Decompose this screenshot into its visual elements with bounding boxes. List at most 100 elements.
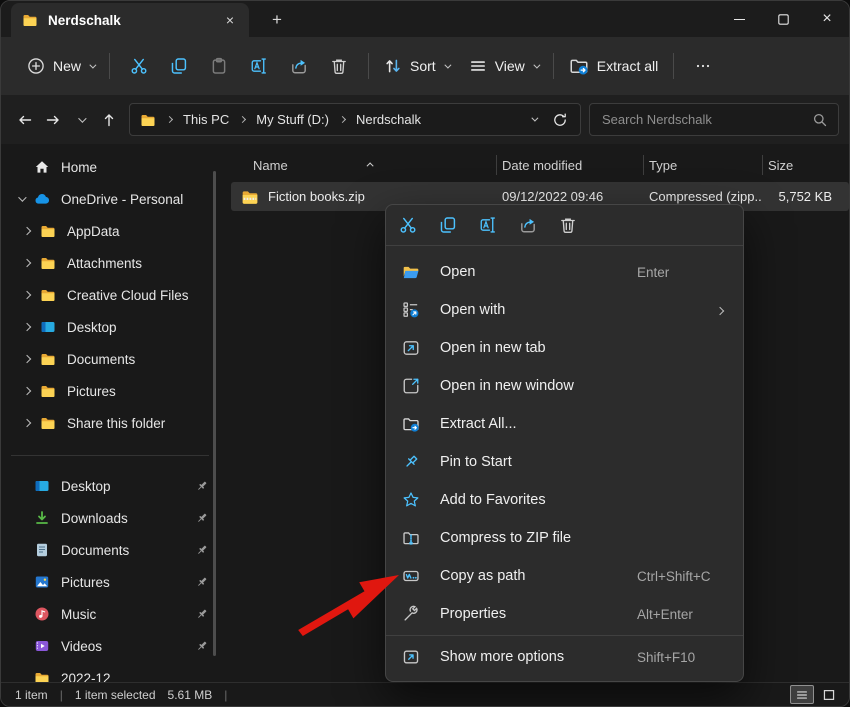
sidebar-item-appdata[interactable]: AppData xyxy=(1,215,223,247)
menu-item-copy-as-path[interactable]: Copy as path Ctrl+Shift+C xyxy=(390,557,739,595)
close-button[interactable]: × xyxy=(805,1,849,37)
minimize-button[interactable] xyxy=(717,1,761,37)
chevron-right-icon[interactable] xyxy=(23,419,31,427)
address-bar[interactable]: This PC My Stuff (D:) Nerdschalk xyxy=(129,103,581,136)
chevron-right-icon xyxy=(339,116,346,123)
paste-button[interactable] xyxy=(199,48,239,84)
sort-button[interactable]: Sort xyxy=(378,51,455,81)
search-box[interactable] xyxy=(589,103,839,136)
maximize-button[interactable] xyxy=(761,1,805,37)
menu-item-open[interactable]: Open Enter xyxy=(390,253,739,291)
sidebar-item-desktop[interactable]: Desktop xyxy=(1,311,223,343)
chevron-down-icon[interactable] xyxy=(18,193,26,201)
details-view-button[interactable] xyxy=(790,685,814,704)
file-size-cell: 5,752 KB xyxy=(762,189,849,204)
copy-button[interactable] xyxy=(159,48,199,84)
trash-icon xyxy=(559,216,577,234)
new-tab-button[interactable]: + xyxy=(263,6,291,34)
sidebar-pinned-documents[interactable]: Documents xyxy=(1,534,223,566)
sidebar-item-creative-cloud-files[interactable]: Creative Cloud Files xyxy=(1,279,223,311)
menu-item-open-in-new-tab[interactable]: Open in new tab xyxy=(390,329,739,367)
share-button[interactable] xyxy=(279,48,319,84)
refresh-icon[interactable] xyxy=(552,112,568,128)
sidebar-scrollbar[interactable] xyxy=(213,171,216,656)
chevron-right-icon[interactable] xyxy=(23,323,31,331)
share-icon xyxy=(290,57,308,75)
menu-item-add-to-favorites[interactable]: Add to Favorites xyxy=(390,481,739,519)
sidebar-pinned-videos[interactable]: Videos xyxy=(1,630,223,662)
sidebar-item-share-this-folder[interactable]: Share this folder xyxy=(1,407,223,439)
context-menu: Open Enter Open with Open in new tab Ope… xyxy=(385,204,744,682)
recent-locations-button[interactable] xyxy=(67,105,95,135)
sort-icon xyxy=(384,57,402,75)
copy-button[interactable] xyxy=(438,215,458,235)
menu-item-extract-all[interactable]: Extract All... xyxy=(390,405,739,443)
chevron-right-icon[interactable] xyxy=(23,387,31,395)
back-button[interactable] xyxy=(11,105,39,135)
sidebar-item-documents[interactable]: Documents xyxy=(1,343,223,375)
sidebar-pinned-desktop[interactable]: Desktop xyxy=(1,470,223,502)
file-explorer-window: Nerdschalk × + × New Sort xyxy=(0,0,850,707)
delete-button[interactable] xyxy=(319,48,359,84)
sidebar-item-home[interactable]: Home xyxy=(1,151,223,183)
menu-item-open-with[interactable]: Open with xyxy=(390,291,739,329)
search-input[interactable] xyxy=(600,111,812,128)
maximize-icon xyxy=(778,14,789,25)
chevron-down-icon xyxy=(78,114,86,122)
chevron-right-icon xyxy=(166,116,173,123)
sidebar-item-onedrive[interactable]: OneDrive - Personal xyxy=(1,183,223,215)
delete-button[interactable] xyxy=(558,215,578,235)
sidebar-item-2022-12[interactable]: 2022-12 xyxy=(1,662,223,682)
column-header-date-modified[interactable]: Date modified xyxy=(496,152,643,178)
menu-item-show-more-options[interactable]: Show more options Shift+F10 xyxy=(390,638,739,676)
breadcrumb-nerdschalk[interactable]: Nerdschalk xyxy=(352,109,425,130)
menu-item-pin-to-start[interactable]: Pin to Start xyxy=(390,443,739,481)
extract-all-icon xyxy=(569,56,589,76)
column-header-name[interactable]: Name xyxy=(231,152,496,178)
breadcrumb-my-stuff[interactable]: My Stuff (D:) xyxy=(252,109,333,130)
new-button-label: New xyxy=(53,58,81,74)
file-name-cell: Fiction books.zip xyxy=(231,188,496,206)
star-icon xyxy=(402,491,420,509)
extract-all-button[interactable]: Extract all xyxy=(563,50,664,82)
cut-icon xyxy=(399,216,417,234)
rename-button[interactable] xyxy=(239,48,279,84)
rename-button[interactable] xyxy=(478,215,498,235)
view-toggle xyxy=(790,685,841,704)
menu-item-properties[interactable]: Properties Alt+Enter xyxy=(390,595,739,633)
address-dropdown-icon[interactable] xyxy=(531,115,538,122)
file-type-cell: Compressed (zipp... xyxy=(643,189,762,204)
sidebar-item-pictures[interactable]: Pictures xyxy=(1,375,223,407)
sidebar-divider xyxy=(11,455,209,456)
share-button[interactable] xyxy=(518,215,538,235)
sidebar-pinned-music[interactable]: Music xyxy=(1,598,223,630)
menu-item-open-in-new-window[interactable]: Open in new window xyxy=(390,367,739,405)
menu-item-compress-to-zip[interactable]: Compress to ZIP file xyxy=(390,519,739,557)
onedrive-cloud-icon xyxy=(34,191,50,207)
pin-icon xyxy=(195,543,209,557)
chevron-right-icon[interactable] xyxy=(23,291,31,299)
chevron-right-icon[interactable] xyxy=(23,227,31,235)
breadcrumb-this-pc[interactable]: This PC xyxy=(179,109,233,130)
toolbar-divider xyxy=(553,53,554,79)
up-button[interactable] xyxy=(95,105,123,135)
navigation-pane: Home OneDrive - Personal AppData Attachm… xyxy=(1,144,223,682)
new-button[interactable]: New xyxy=(21,51,100,81)
up-icon xyxy=(101,112,117,128)
explorer-tab[interactable]: Nerdschalk × xyxy=(11,3,249,37)
cut-button[interactable] xyxy=(119,48,159,84)
column-header-type[interactable]: Type xyxy=(643,152,762,178)
sidebar-item-attachments[interactable]: Attachments xyxy=(1,247,223,279)
sidebar-pinned-pictures[interactable]: Pictures xyxy=(1,566,223,598)
tab-close-icon[interactable]: × xyxy=(219,9,241,31)
column-header-size[interactable]: Size xyxy=(762,152,849,178)
more-options-button[interactable] xyxy=(683,48,723,84)
sidebar-pinned-downloads[interactable]: Downloads xyxy=(1,502,223,534)
file-name: Fiction books.zip xyxy=(268,189,365,204)
chevron-right-icon[interactable] xyxy=(23,355,31,363)
chevron-right-icon[interactable] xyxy=(23,259,31,267)
large-icons-view-button[interactable] xyxy=(817,685,841,704)
forward-button[interactable] xyxy=(39,105,67,135)
cut-button[interactable] xyxy=(398,215,418,235)
view-button[interactable]: View xyxy=(463,51,544,81)
